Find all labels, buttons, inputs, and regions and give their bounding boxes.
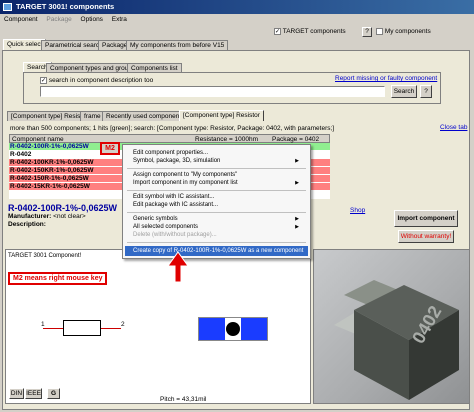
table-header: Component name Resistance = 1000hm Packa… [9, 134, 330, 143]
menu-bar: Component Package Options Extra [0, 14, 474, 25]
m2-annotation: M2 means right mouse key [8, 272, 108, 285]
description-label: Description: [8, 221, 46, 228]
target-components-option[interactable]: ✓ TARGET components [274, 28, 346, 35]
pad-1 [199, 318, 225, 340]
shop-link[interactable]: Shop [350, 207, 365, 214]
pin-1-line [43, 328, 63, 329]
pin-1-label: 1 [41, 321, 45, 328]
menu-separator [127, 212, 306, 213]
menu-item-edit-properties[interactable]: Edit component properties... [133, 150, 208, 156]
pin-2-line [101, 328, 121, 329]
menu-component[interactable]: Component [4, 16, 38, 23]
window-title-bar: TARGET 3001! components [0, 0, 474, 14]
menu-package[interactable]: Package [46, 16, 71, 23]
search-button[interactable]: Search [391, 85, 417, 98]
window-title: TARGET 3001! components [16, 2, 115, 11]
search-input[interactable] [40, 86, 385, 97]
tab-parametrical-search[interactable]: Parametrical search [41, 40, 107, 50]
menu-item-create-copy[interactable]: Create copy of R-0402-100R-1%-0,0625W as… [133, 248, 303, 254]
submenu-arrow-icon: ▶ [295, 158, 299, 164]
tab-quick-select[interactable]: Quick select [3, 39, 47, 50]
menu-separator [127, 168, 306, 169]
my-components-checkbox[interactable] [376, 28, 383, 35]
report-missing-link[interactable]: Report missing or faulty component [335, 75, 437, 82]
tab-result-recent[interactable]: Recently used components [102, 111, 189, 121]
menu-item-assign-my-components[interactable]: Assign component to "My components" [133, 172, 237, 178]
menu-item-delete[interactable]: Delete (with/without package)... [133, 232, 217, 238]
tab-result-frame[interactable]: frame [80, 111, 105, 121]
manufacturer-label: Manufacturer: [8, 213, 52, 220]
pad-2 [241, 318, 267, 340]
ieee-button[interactable]: IEEE [25, 388, 42, 399]
import-component-button[interactable]: Import component [394, 210, 458, 227]
app-icon [3, 3, 12, 11]
resistor-symbol [63, 320, 101, 336]
description-search-checkbox[interactable]: ✓ [40, 77, 47, 84]
description-search-option[interactable]: ✓ search in component description too [40, 77, 153, 84]
manufacturer-value: <not clear> [53, 213, 86, 220]
help-button-search[interactable]: ? [420, 85, 432, 98]
pitch-readout: Pitch = 43,31mil [160, 396, 207, 403]
tab-my-components-before-v15[interactable]: My components from before V15 [126, 40, 229, 50]
target-components-checkbox[interactable]: ✓ [274, 28, 281, 35]
g-button[interactable]: G [47, 388, 60, 399]
help-button-top[interactable]: ? [362, 27, 372, 37]
menu-item-generic-symbols[interactable]: Generic symbols ▶ [133, 216, 303, 222]
preview-banner: TARGET 3001 Component! [8, 253, 82, 259]
menu-separator [127, 190, 306, 191]
menu-item-symbol-package[interactable]: Symbol, package, 3D, simulation ▶ [133, 158, 303, 164]
m2-badge: M2 [100, 142, 120, 155]
menu-item-all-selected[interactable]: All selected components ▶ [133, 224, 303, 230]
submenu-arrow-icon: ▶ [295, 180, 299, 186]
pin-2-label: 2 [121, 321, 125, 328]
my-components-option[interactable]: My components [376, 28, 431, 35]
menu-item-import-component[interactable]: Import component in my component list ▶ [133, 180, 303, 186]
close-tab-link[interactable]: Close tab [440, 124, 467, 131]
submenu-arrow-icon: ▶ [295, 216, 299, 222]
manufacturer-row: Manufacturer: <not clear> [8, 213, 86, 220]
3d-component-render: 0402 [334, 280, 459, 400]
submenu-arrow-icon: ▶ [295, 224, 299, 230]
din-button[interactable]: DIN [9, 388, 24, 399]
menu-item-edit-package-ic[interactable]: Edit package with IC assistant... [133, 202, 218, 208]
col-package[interactable]: Package = 0402 [272, 136, 319, 143]
component-title: R-0402-100R-1%-0,0625W [8, 203, 118, 213]
red-arrow-icon [167, 251, 189, 283]
menu-item-edit-symbol-ic[interactable]: Edit symbol with IC assistant... [133, 194, 214, 200]
status-line: more than 500 components; 1 hits [green]… [10, 125, 335, 132]
col-component-name[interactable]: Component name [12, 136, 64, 143]
3d-view[interactable]: 0402 [313, 249, 470, 404]
menu-separator [127, 242, 306, 243]
tab-result-resistor-2[interactable]: [Component type] Resistor [179, 110, 264, 121]
menu-extra[interactable]: Extra [112, 16, 127, 23]
col-resistance[interactable]: Resistance = 1000hm [195, 136, 258, 143]
context-menu: Edit component properties... Symbol, pac… [122, 144, 311, 259]
menu-options[interactable]: Options [81, 16, 103, 23]
origin-marker [226, 322, 240, 336]
without-warranty-button[interactable]: Without warranty! [398, 230, 454, 243]
